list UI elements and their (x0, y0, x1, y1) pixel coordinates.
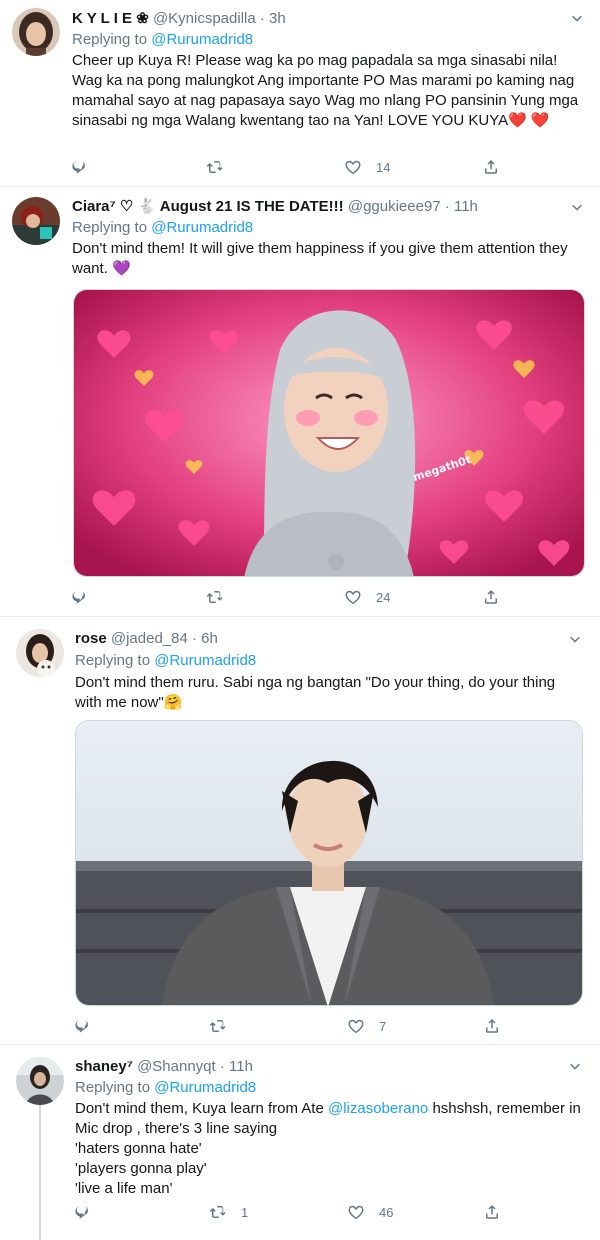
display-name[interactable]: K Y L I E ❀ (72, 10, 149, 27)
chevron-down-icon[interactable] (568, 199, 586, 217)
tweet-text-line: 'haters gonna hate' (75, 1140, 202, 1157)
retweet-button[interactable] (206, 585, 238, 609)
share-icon (482, 158, 500, 176)
tweet[interactable]: Ciara⁷ ♡ 🐇 August 21 IS THE DATE!!! @ggu… (0, 187, 600, 617)
tweet-text: Don't mind them! It will give them happi… (72, 240, 568, 277)
retweet-icon (209, 1017, 227, 1035)
mention-link[interactable]: @lizasoberano (328, 1100, 428, 1117)
replying-prefix: Replying to (75, 652, 155, 669)
retweet-icon (209, 1203, 227, 1221)
tweet-image[interactable]: megath0t (73, 289, 585, 577)
heart-icon (347, 1017, 365, 1035)
display-name[interactable]: Ciara⁷ ♡ 🐇 August 21 IS THE DATE!!! (72, 198, 344, 215)
reply-icon (70, 588, 88, 606)
like-button[interactable]: 7 (347, 1014, 386, 1038)
like-button[interactable]: 46 (347, 1200, 393, 1224)
tweet-header: rose @jaded_84 · 6h (75, 629, 218, 649)
tweet-text: Don't mind them ruru. Sabi nga ng bangta… (75, 674, 556, 711)
reply-icon (73, 1203, 91, 1221)
portrait-photo (76, 721, 582, 1005)
reply-icon (73, 1017, 91, 1035)
replying-to: Replying to @Rurumadrid8 (72, 218, 253, 238)
hearts-photo (74, 290, 584, 576)
replying-to: Replying to @Rurumadrid8 (75, 651, 256, 671)
retweet-button[interactable]: 1 (209, 1200, 248, 1224)
action-bar: 1 46 (70, 1200, 500, 1224)
reply-button[interactable] (73, 1200, 91, 1224)
avatar[interactable] (12, 197, 60, 245)
share-icon (482, 588, 500, 606)
replying-to-link[interactable]: @Rurumadrid8 (151, 219, 253, 236)
tweet-text-paragraph: Don't mind them, Kuya learn from Ate @li… (75, 1099, 585, 1139)
heart-icon (347, 1203, 365, 1221)
avatar[interactable] (12, 8, 60, 56)
like-count: 24 (376, 589, 391, 605)
chevron-down-icon[interactable] (566, 1058, 584, 1076)
replying-to-link[interactable]: @Rurumadrid8 (154, 1079, 256, 1096)
thread-line (39, 1103, 41, 1240)
action-bar: 24 (70, 585, 500, 609)
reply-button[interactable] (70, 585, 88, 609)
like-count: 7 (379, 1018, 387, 1034)
share-icon (483, 1203, 501, 1221)
user-handle[interactable]: @ggukieee97 · 11h (348, 198, 478, 215)
reply-button[interactable] (73, 1014, 91, 1038)
retweet-button[interactable] (206, 155, 238, 179)
retweet-icon (206, 588, 224, 606)
heart-icon (344, 158, 362, 176)
heart-icon (344, 588, 362, 606)
reply-button[interactable] (70, 155, 88, 179)
user-handle[interactable]: @Shannyqt · 11h (137, 1058, 253, 1075)
tweet-text: Don't mind them, Kuya learn from Ate @li… (75, 1099, 585, 1199)
tweet-text: Cheer up Kuya R! Please wag ka po mag pa… (72, 52, 579, 129)
tweet[interactable]: shaney⁷ @Shannyqt · 11h Replying to @Rur… (0, 1045, 600, 1240)
like-count: 14 (376, 159, 391, 175)
avatar[interactable] (16, 1057, 64, 1105)
tweet[interactable]: rose @jaded_84 · 6h Replying to @Rurumad… (0, 617, 600, 1045)
share-button[interactable] (483, 1014, 501, 1038)
retweet-count: 1 (241, 1204, 249, 1220)
reply-icon (70, 158, 88, 176)
replying-to-link[interactable]: @Rurumadrid8 (151, 31, 253, 48)
like-count: 46 (379, 1204, 394, 1220)
replying-to-link[interactable]: @Rurumadrid8 (154, 652, 256, 669)
action-bar: 14 (70, 155, 500, 179)
like-button[interactable]: 24 (344, 585, 390, 609)
share-icon (483, 1017, 501, 1035)
replying-prefix: Replying to (75, 1079, 155, 1096)
retweet-button[interactable] (209, 1014, 241, 1038)
display-name[interactable]: rose (75, 630, 107, 647)
action-bar: 7 (70, 1014, 500, 1038)
tweet-header: K Y L I E ❀ @Kynicspadilla · 3h (72, 9, 286, 29)
user-handle[interactable]: @jaded_84 · 6h (111, 630, 218, 647)
replying-to: Replying to @Rurumadrid8 (72, 30, 253, 50)
tweet-text-part: Don't mind them, Kuya learn from Ate (75, 1100, 328, 1117)
share-button[interactable] (482, 585, 500, 609)
share-button[interactable] (482, 155, 500, 179)
replying-to: Replying to @Rurumadrid8 (75, 1078, 256, 1098)
chevron-down-icon[interactable] (568, 10, 586, 28)
replying-prefix: Replying to (72, 219, 152, 236)
avatar[interactable] (16, 629, 64, 677)
like-button[interactable]: 14 (344, 155, 390, 179)
tweet[interactable]: K Y L I E ❀ @Kynicspadilla · 3h Replying… (0, 0, 600, 187)
tweet-image[interactable] (75, 720, 583, 1006)
tweet-text-line: 'players gonna play' (75, 1160, 207, 1177)
tweet-header: Ciara⁷ ♡ 🐇 August 21 IS THE DATE!!! @ggu… (72, 197, 478, 217)
replying-prefix: Replying to (72, 31, 152, 48)
retweet-icon (206, 158, 224, 176)
display-name[interactable]: shaney⁷ (75, 1058, 133, 1075)
user-handle[interactable]: @Kynicspadilla · 3h (153, 10, 286, 27)
tweet-text-line: 'live a life man' (75, 1180, 173, 1197)
tweet-header: shaney⁷ @Shannyqt · 11h (75, 1057, 253, 1077)
chevron-down-icon[interactable] (566, 631, 584, 649)
share-button[interactable] (483, 1200, 501, 1224)
